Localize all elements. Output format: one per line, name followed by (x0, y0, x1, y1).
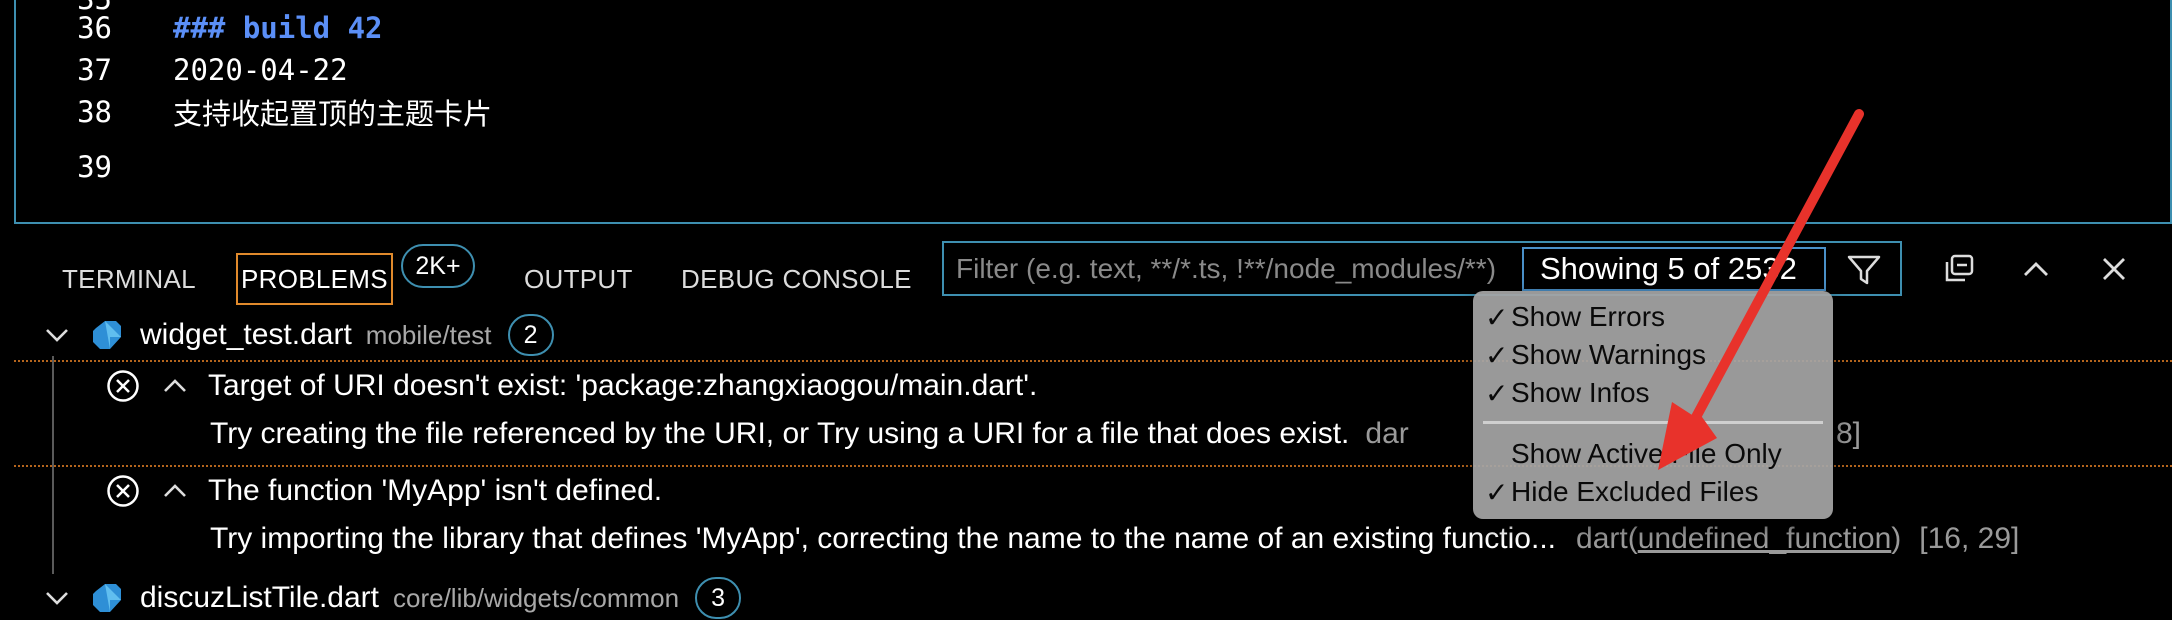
dart-file-icon (90, 581, 124, 615)
file-name: discuzListTile.dart (140, 581, 379, 614)
chevron-up-icon[interactable] (162, 482, 188, 500)
problem-message: The function 'MyApp' isn't defined. (208, 474, 663, 507)
menu-item-show-errors[interactable]: ✓ Show Errors (1485, 299, 1665, 335)
dart-file-icon (90, 318, 124, 352)
file-path: mobile/test (365, 319, 492, 350)
editor-line: 38 支持收起置顶的主题卡片 (16, 91, 492, 133)
file-name: widget_test.dart (140, 318, 352, 351)
code-text: 2020-04-22 (173, 53, 348, 87)
problem-source: dar (1365, 417, 1409, 450)
error-circle-icon (106, 369, 140, 403)
line-number: 37 (77, 53, 112, 87)
error-circle-icon (106, 474, 140, 508)
file-problem-count: 3 (695, 577, 742, 619)
check-icon: ✓ (1485, 301, 1509, 333)
editor-line: 37 2020-04-22 (16, 49, 348, 91)
chevron-down-icon[interactable] (44, 589, 70, 607)
chevron-up-icon[interactable] (162, 377, 188, 395)
tab-problems[interactable]: PROBLEMS (236, 253, 393, 305)
check-icon: ✓ (1485, 377, 1509, 409)
problem-file-row[interactable]: widget_test.dart mobile/test 2 (44, 313, 554, 357)
problem-item[interactable]: Target of URI doesn't exist: 'package:zh… (106, 366, 1037, 406)
problem-file-row[interactable]: discuzListTile.dart core/lib/widgets/com… (44, 576, 742, 620)
chevron-down-icon[interactable] (44, 326, 70, 344)
problem-location: 8] (1836, 413, 1861, 455)
problems-filter-input[interactable]: Filter (e.g. text, **/*.ts, !**/node_mod… (942, 241, 1902, 296)
line-number: 39 (77, 150, 112, 184)
collapse-all-icon[interactable] (1940, 249, 1980, 289)
problem-detail: Try importing the library that defines '… (210, 522, 1557, 555)
tab-debug-console[interactable]: DEBUG CONSOLE (681, 253, 912, 305)
check-icon: ✓ (1485, 476, 1509, 508)
problems-count-badge: 2K+ (401, 244, 475, 288)
menu-item-show-warnings[interactable]: ✓ Show Warnings (1485, 337, 1706, 373)
tab-output[interactable]: OUTPUT (524, 253, 633, 305)
menu-item-label: Show Errors (1511, 301, 1666, 332)
menu-item-label: Hide Excluded Files (1511, 476, 1759, 507)
problem-detail: Try creating the file referenced by the … (210, 417, 1350, 450)
source-suffix: ) (1891, 522, 1902, 555)
menu-item-hide-excluded-files[interactable]: ✓ Hide Excluded Files (1485, 474, 1758, 510)
code-text: 支持收起置顶的主题卡片 (173, 97, 493, 131)
row-separator (14, 360, 2172, 362)
file-problem-count: 2 (507, 314, 554, 356)
menu-item-show-active-file-only[interactable]: Show Active File Only (1485, 436, 1782, 472)
check-icon: ✓ (1485, 339, 1509, 371)
menu-separator (1483, 421, 1823, 424)
problem-detail-row: Try creating the file referenced by the … (210, 413, 1409, 455)
problem-item[interactable]: The function 'MyApp' isn't defined. (106, 471, 662, 511)
menu-item-label: Show Infos (1511, 377, 1650, 408)
editor-line: 36 ### build 42 (16, 7, 382, 49)
menu-item-label: Show Active File Only (1511, 438, 1782, 469)
editor-area[interactable]: 35 36 ### build 42 37 2020-04-22 38 支持收起… (14, 0, 2172, 223)
panel-divider[interactable] (14, 222, 2172, 224)
problem-source: dart(undefined_function) (1576, 522, 1901, 556)
file-path: core/lib/widgets/common (392, 582, 680, 613)
close-icon[interactable] (2094, 249, 2134, 289)
editor-line: 39 (16, 146, 112, 188)
problem-message: Target of URI doesn't exist: 'package:zh… (208, 369, 1038, 402)
source-prefix: dart( (1576, 522, 1638, 555)
line-number: 36 (77, 11, 112, 45)
problem-detail-row: Try importing the library that defines '… (210, 518, 2019, 560)
filter-result-count: Showing 5 of 2532 (1522, 247, 1826, 291)
chevron-up-icon[interactable] (2016, 249, 2056, 289)
menu-item-label: Show Warnings (1511, 339, 1707, 370)
code-text: ### build 42 (173, 11, 383, 45)
filter-funnel-icon[interactable] (1844, 251, 1884, 289)
problems-filter-menu: ✓ Show Errors ✓ Show Warnings ✓ Show Infos … (1473, 291, 1833, 519)
row-separator (14, 465, 2172, 467)
problem-location-text: [16, 29] (1919, 522, 2020, 555)
tab-terminal[interactable]: TERMINAL (62, 253, 196, 305)
problem-location-text: 8] (1836, 417, 1862, 450)
source-code-link[interactable]: undefined_function (1638, 522, 1892, 555)
line-number: 38 (77, 95, 112, 129)
filter-placeholder: Filter (e.g. text, **/*.ts, !**/node_mod… (956, 253, 1497, 284)
menu-item-show-infos[interactable]: ✓ Show Infos (1485, 375, 1650, 411)
